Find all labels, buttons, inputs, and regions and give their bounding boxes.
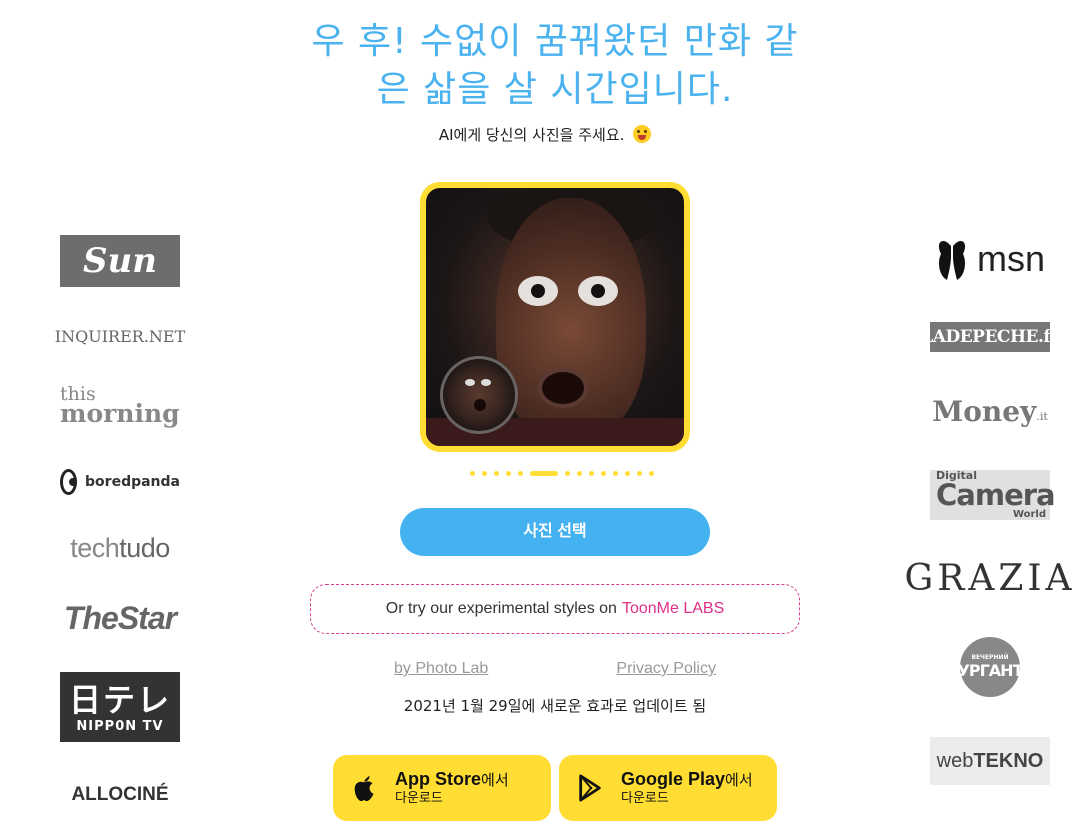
cartoon-preview [420,182,690,452]
app-store-text: App Store에서 다운로드 [395,769,509,806]
press-logo-webtekno: web TEKNO [930,737,1050,785]
privacy-policy-link[interactable]: Privacy Policy [616,660,716,678]
urgant-line-2: УРГАНТ [957,661,1024,680]
butterfly-icon [938,240,966,280]
carousel-dot[interactable] [577,471,582,476]
nippon-tv-mark: 日テレ [68,680,171,719]
carousel-dot[interactable] [637,471,642,476]
money-text: Money [932,394,1037,428]
techtudo-text-2: tudo [119,532,170,563]
hero-subtitle: AI에게 당신의 사진을 주세요. [340,124,750,145]
press-logo-the-star: TheStar [60,598,180,638]
nippon-tv-text: NIPP0N TV [76,718,164,734]
google-play-sub: 다운로드 [621,791,669,806]
money-suffix: .it [1036,409,1048,423]
google-play-name: Google Play [621,769,726,790]
preview-left-eye [518,276,558,306]
carousel-dot[interactable] [506,471,511,476]
camera-line-2: Camera [936,478,1056,512]
press-logo-ladepeche: LADEPECHE.fr [921,322,1059,352]
the-sun-text: Sun [83,241,157,281]
google-play-suffix: 에서 [725,772,753,790]
the-star-text: TheStar [63,599,177,636]
labs-text: Or try our experimental styles on [385,600,617,617]
this-morning-line-2: morning [60,399,180,428]
google-play-icon [579,774,601,802]
panda-icon [60,469,78,495]
carousel-dot[interactable] [482,471,487,476]
carousel-dot[interactable] [625,471,630,476]
google-play-text: Google Play에서 다운로드 [621,769,753,806]
update-notice: 2021년 1월 29일에 새로운 효과로 업데이트 됨 [403,697,707,715]
hero-title-line-1: 우 후! 수없이 꿈꿔왔던 만화 같 [311,21,799,62]
toonme-labs-link[interactable]: ToonMe LABS [622,600,724,618]
original-photo-thumbnail [440,356,518,434]
press-logo-techtudo: tech tudo [60,530,180,566]
press-logo-boredpanda: boredpanda [60,465,180,499]
camera-line-3: World [1012,509,1046,520]
grazia-text: GRAZIA [904,557,1076,599]
google-play-button[interactable]: Google Play에서 다운로드 [559,755,777,821]
press-logo-msn: msn [930,232,1050,286]
hero-title-line-2: 은 삶을 살 시간입니다. [376,69,734,110]
urgant-badge: ВЕЧЕРНИЙ УРГАНТ [957,637,1024,697]
carousel-dot[interactable] [613,471,618,476]
allocine-text: ALLOCINÉ [71,784,169,805]
press-logo-urgant: ВЕЧЕРНИЙ УРГАНТ [930,636,1050,698]
carousel-dot[interactable] [589,471,594,476]
press-logo-digital-camera-world: Digital Camera World [930,470,1056,520]
hero-subtitle-text: AI에게 당신의 사진을 주세요. [438,126,625,144]
carousel-dots[interactable] [470,471,654,476]
apple-icon [354,775,374,802]
boredpanda-text: boredpanda [85,474,180,490]
inquirer-text: INQUIRER.NET [54,326,186,346]
google-play-name-line: Google Play에서 [621,769,753,791]
carousel-dot[interactable] [518,471,523,476]
app-store-button[interactable]: App Store에서 다운로드 [333,755,551,821]
preview-mouth [538,368,588,408]
photo-lab-link[interactable]: by Photo Lab [394,660,488,678]
preview-right-eye [578,276,618,306]
carousel-dot[interactable] [565,471,570,476]
webtekno-text-2: TEKNO [973,749,1044,772]
carousel-dot[interactable] [601,471,606,476]
carousel-dot[interactable] [470,471,475,476]
select-photo-button[interactable]: 사진 선택 [400,508,710,556]
app-store-sub: 다운로드 [395,791,443,806]
ladepeche-text: LADEPECHE.fr [921,327,1059,347]
press-logo-grazia: GRAZIA [904,556,1071,600]
press-logo-the-sun: Sun [60,235,180,287]
hero-title: 우 후! 수없이 꿈꿔왔던 만화 같 은 삶을 살 시간입니다. [300,18,810,114]
carousel-dot-active[interactable] [530,471,558,476]
press-logo-nippon-tv: 日テレ NIPP0N TV [60,672,180,742]
press-logo-inquirer: INQUIRER.NET [55,323,185,349]
app-store-name: App Store [395,769,482,790]
techtudo-text-1: tech [70,532,120,563]
carousel-dot[interactable] [649,471,654,476]
carousel-dot[interactable] [494,471,499,476]
tongue-emoji-icon [633,125,652,143]
msn-text: msn [976,238,1045,279]
press-logo-money: Money .it [930,390,1050,432]
press-logo-this-morning: this morning [60,378,180,430]
press-logo-allocine: ALLOCINÉ [60,780,180,810]
labs-banner: Or try our experimental styles on ToonMe… [310,584,800,634]
urgant-line-1: ВЕЧЕРНИЙ [971,654,1009,661]
app-store-suffix: 에서 [481,772,509,790]
app-store-name-line: App Store에서 [395,769,509,791]
webtekno-text-1: web [936,749,974,772]
footer-links: by Photo Lab Privacy Policy [330,660,780,678]
